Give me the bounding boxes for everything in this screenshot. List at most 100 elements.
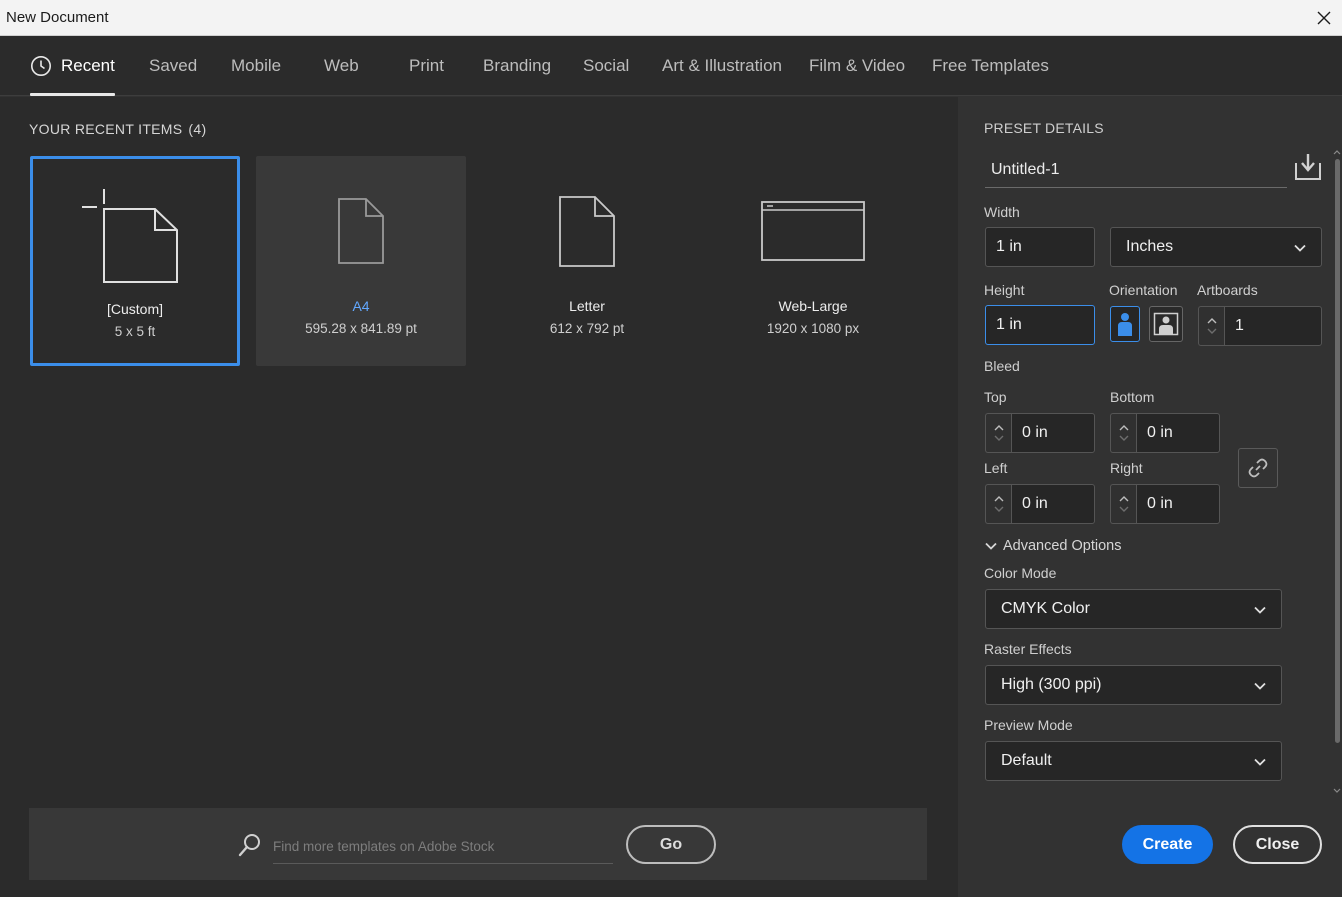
category-tabs: Recent Saved Mobile Web Print Branding S… (0, 36, 1342, 96)
browser-window-icon (708, 176, 918, 286)
tab-print[interactable]: Print (409, 36, 444, 96)
chevron-down-icon[interactable] (994, 435, 1004, 442)
bleed-left-stepper (985, 484, 1011, 524)
close-button[interactable]: Close (1233, 825, 1322, 864)
preset-details-panel: PRESET DETAILS Width Inches Height Orien… (958, 97, 1342, 897)
preset-card-letter[interactable]: Letter 612 x 792 pt (482, 156, 692, 366)
preset-dimensions: 5 x 5 ft (114, 324, 156, 339)
custom-document-icon (33, 179, 237, 289)
tab-art-illustration[interactable]: Art & Illustration (662, 36, 782, 96)
chevron-up-icon[interactable] (1119, 424, 1129, 431)
link-icon (1248, 458, 1268, 478)
bleed-bottom-input[interactable] (1136, 413, 1220, 453)
units-dropdown[interactable]: Inches (1110, 227, 1322, 267)
landscape-icon (1153, 312, 1179, 336)
landscape-orientation-button[interactable] (1149, 306, 1183, 342)
stock-search-input[interactable] (273, 830, 613, 864)
panel-scrollbar[interactable] (1335, 159, 1340, 743)
create-button[interactable]: Create (1122, 825, 1213, 864)
raster-effects-label: Raster Effects (984, 641, 1072, 657)
search-icon (237, 832, 263, 863)
advanced-options-toggle[interactable]: Advanced Options (984, 538, 1122, 554)
chevron-down-icon (1254, 606, 1266, 614)
preset-card-a4[interactable]: A4 595.28 x 841.89 pt (256, 156, 466, 366)
document-name-input[interactable] (985, 152, 1287, 188)
preset-name: Letter (569, 298, 605, 314)
preset-details-title: PRESET DETAILS (984, 120, 1104, 136)
chevron-down-icon[interactable] (994, 506, 1004, 513)
tab-mobile[interactable]: Mobile (231, 36, 281, 96)
title-bar: New Document (0, 0, 1342, 36)
preview-mode-dropdown[interactable]: Default (985, 741, 1282, 781)
units-value: Inches (1126, 238, 1174, 255)
preset-name: [Custom] (106, 301, 163, 317)
chevron-up-icon[interactable] (1207, 317, 1217, 324)
bleed-top-label: Top (984, 389, 1007, 405)
artboards-stepper (1198, 306, 1224, 346)
bleed-left-label: Left (984, 460, 1008, 476)
tab-branding[interactable]: Branding (483, 36, 551, 96)
preset-dimensions: 1920 x 1080 px (766, 321, 860, 336)
preset-card-custom[interactable]: [Custom] 5 x 5 ft (30, 156, 240, 366)
raster-effects-value: High (300 ppi) (1001, 676, 1102, 693)
tab-saved[interactable]: Saved (149, 36, 197, 96)
chevron-up-icon[interactable] (994, 424, 1004, 431)
chevron-up-icon[interactable] (994, 495, 1004, 502)
document-icon (482, 176, 692, 286)
preset-dimensions: 612 x 792 pt (549, 321, 625, 336)
color-mode-dropdown[interactable]: CMYK Color (985, 589, 1282, 629)
width-label: Width (984, 204, 1020, 220)
artboards-label: Artboards (1197, 282, 1258, 298)
recent-items-area: YOUR RECENT ITEMS (4) [Custom] 5 x 5 ft A… (0, 97, 958, 897)
scroll-up-arrow[interactable] (1333, 149, 1341, 155)
window-title: New Document (6, 9, 109, 26)
bleed-top-input[interactable] (1011, 413, 1095, 453)
bleed-right-stepper (1110, 484, 1136, 524)
scroll-down-arrow[interactable] (1333, 788, 1341, 794)
link-bleed-button[interactable] (1238, 448, 1278, 488)
chevron-down-icon (985, 542, 997, 550)
tab-social[interactable]: Social (583, 36, 629, 96)
tab-label: Recent (61, 56, 115, 75)
preset-name: Web-Large (778, 298, 848, 314)
chevron-down-icon[interactable] (1119, 506, 1129, 513)
bleed-left-input[interactable] (1011, 484, 1095, 524)
bleed-top-stepper (985, 413, 1011, 453)
recent-items-heading: YOUR RECENT ITEMS (4) (29, 121, 206, 137)
chevron-down-icon (1254, 758, 1266, 766)
go-button[interactable]: Go (626, 825, 716, 864)
preview-mode-label: Preview Mode (984, 717, 1073, 733)
preset-name: A4 (352, 298, 370, 314)
color-mode-label: Color Mode (984, 565, 1057, 581)
bleed-right-input[interactable] (1136, 484, 1220, 524)
orientation-label: Orientation (1109, 282, 1178, 298)
save-preset-icon[interactable] (1294, 153, 1322, 186)
bleed-right-label: Right (1110, 460, 1143, 476)
chevron-down-icon[interactable] (1207, 328, 1217, 335)
height-label: Height (984, 282, 1025, 298)
advanced-options-label: Advanced Options (1003, 538, 1122, 554)
bleed-label: Bleed (984, 358, 1020, 374)
artboards-input[interactable] (1224, 306, 1322, 346)
recent-heading-text: YOUR RECENT ITEMS (29, 121, 183, 137)
preset-card-web-large[interactable]: Web-Large 1920 x 1080 px (708, 156, 918, 366)
bleed-bottom-label: Bottom (1110, 389, 1155, 405)
tab-web[interactable]: Web (324, 36, 359, 96)
width-input[interactable] (985, 227, 1095, 267)
chevron-down-icon[interactable] (1119, 435, 1129, 442)
height-input[interactable] (985, 305, 1095, 345)
tab-film-video[interactable]: Film & Video (809, 36, 905, 96)
raster-effects-dropdown[interactable]: High (300 ppi) (985, 665, 1282, 705)
clock-icon (30, 55, 52, 77)
window-close-button[interactable] (1306, 0, 1342, 36)
portrait-orientation-button[interactable] (1110, 306, 1140, 342)
preview-mode-value: Default (1001, 752, 1052, 769)
tab-recent[interactable]: Recent (30, 36, 115, 96)
tab-free-templates[interactable]: Free Templates (932, 36, 1049, 96)
stock-search-bar: Go (29, 808, 927, 880)
chevron-up-icon[interactable] (1119, 495, 1129, 502)
close-icon (1317, 11, 1331, 25)
chevron-down-icon (1294, 244, 1306, 252)
chevron-down-icon (1254, 682, 1266, 690)
recent-items-count: (4) (188, 121, 207, 137)
